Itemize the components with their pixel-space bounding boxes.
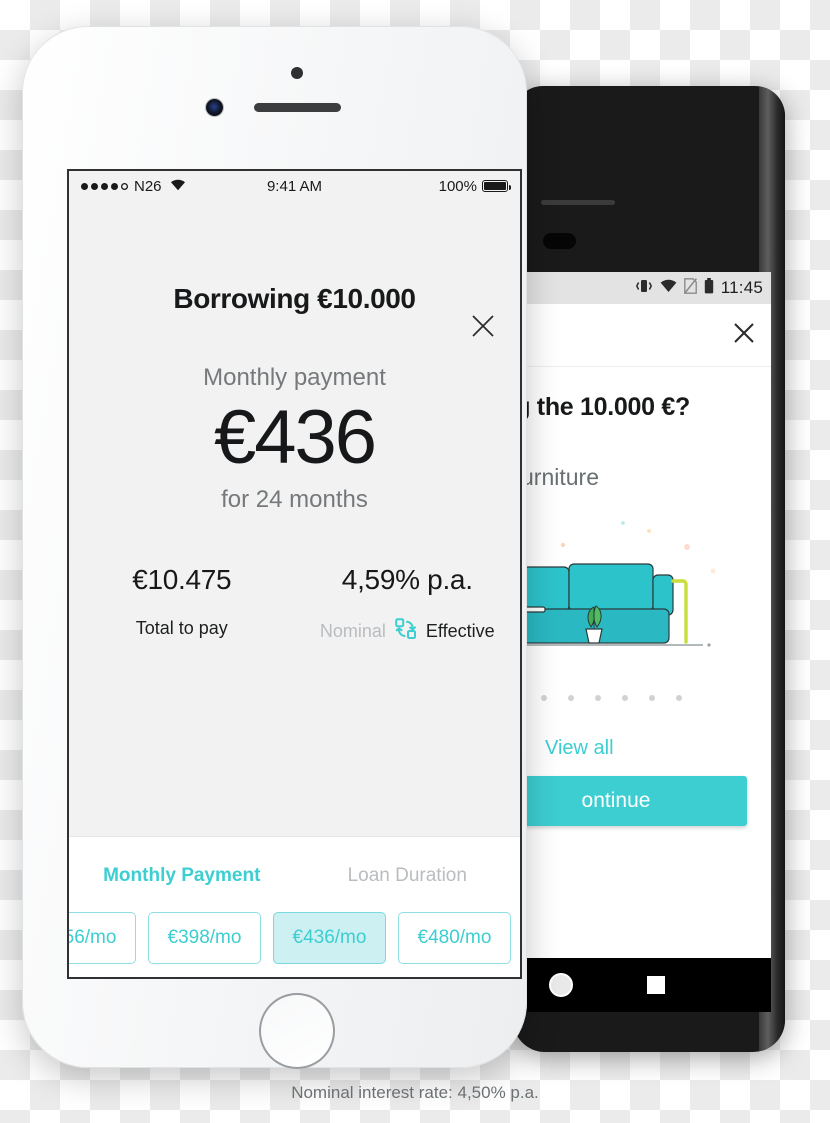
android-app-bar (527, 304, 771, 367)
payment-option-chips: €356/mo €398/mo €436/mo €480/mo (69, 912, 520, 964)
pagination-dot[interactable] (622, 695, 628, 701)
battery-full-icon (482, 180, 511, 192)
monthly-payment-amount: €436 (213, 395, 377, 480)
monthly-payment-label: Monthly payment (203, 364, 386, 391)
chip-option[interactable]: €356/mo (69, 912, 136, 964)
close-icon[interactable] (468, 311, 498, 341)
rate-nominal-label[interactable]: Nominal (320, 621, 386, 642)
iphone-screen: N26 9:41 AM 100% Borrowing €10.000 Month… (69, 171, 520, 977)
interest-rate-value: 4,59% p.a. (341, 563, 473, 595)
android-clock: 11:45 (720, 278, 763, 297)
android-continue-button[interactable]: ontinue (527, 776, 747, 826)
rate-type-toggle[interactable]: Nominal Effective (295, 617, 521, 645)
android-earpiece (541, 200, 615, 205)
chip-option[interactable]: €480/mo (398, 912, 511, 964)
android-front-camera (543, 233, 576, 249)
swap-icon[interactable] (395, 617, 417, 645)
chip-option[interactable]: €398/mo (148, 912, 261, 964)
total-to-pay-label: Total to pay (135, 617, 228, 638)
android-status-bar: 11:45 (527, 272, 771, 304)
tab-monthly-payment[interactable]: Monthly Payment (69, 865, 295, 887)
android-phone-mockup: 11:45 using the 10.000 €? g / Furniture (513, 86, 785, 1052)
pagination-dot[interactable] (595, 695, 601, 701)
recents-square-icon[interactable] (647, 976, 665, 994)
rate-effective-label[interactable]: Effective (426, 621, 495, 642)
loan-term-label: for 24 months (221, 485, 368, 513)
footnote-caption: Nominal interest rate: 4,50% p.a. (291, 1083, 539, 1102)
wifi-icon (660, 279, 677, 298)
pagination-dot[interactable] (649, 695, 655, 701)
vibrate-icon (635, 278, 653, 299)
total-to-pay-block: €10.475 Total to pay (69, 564, 295, 645)
selector-sheet: Monthly Payment Loan Duration €356/mo €3… (69, 836, 520, 977)
close-icon[interactable] (731, 320, 757, 346)
front-camera-icon (206, 99, 223, 116)
interest-rate-block: 4,59% p.a. Nominal Effective (295, 564, 521, 645)
home-circle-icon[interactable] (549, 973, 573, 997)
android-navigation-bar (527, 958, 771, 1012)
battery-percent-label: 100% (438, 177, 477, 195)
tab-loan-duration[interactable]: Loan Duration (295, 865, 521, 887)
chip-option-selected[interactable]: €436/mo (273, 912, 386, 964)
ios-status-bar: N26 9:41 AM 100% (69, 171, 520, 201)
couch-illustration (527, 509, 771, 689)
loan-figures-row: €10.475 Total to pay 4,59% p.a. Nominal (69, 564, 520, 645)
home-button[interactable] (259, 993, 335, 1069)
pagination-dot[interactable] (568, 695, 574, 701)
loan-summary-panel: Borrowing €10.000 Monthly payment €436 f… (69, 283, 520, 836)
proximity-sensor (291, 67, 303, 79)
android-question-heading: using the 10.000 €? (527, 393, 690, 421)
status-bar-right: 100% (438, 177, 511, 195)
iphone-mockup: N26 9:41 AM 100% Borrowing €10.000 Month… (22, 26, 527, 1069)
pagination-dot[interactable] (541, 695, 547, 701)
total-to-pay-value: €10.475 (132, 563, 232, 595)
no-sim-icon (683, 277, 697, 299)
view-all-link[interactable]: View all (545, 737, 771, 760)
pagination-dot[interactable] (676, 695, 682, 701)
earpiece-speaker (254, 103, 341, 112)
selector-tabs: Monthly Payment Loan Duration (69, 837, 520, 887)
page-title: Borrowing €10.000 (173, 283, 416, 314)
carousel-pagination-dots[interactable] (541, 695, 771, 701)
battery-icon (704, 277, 714, 299)
android-screen: 11:45 using the 10.000 €? g / Furniture (527, 272, 771, 1012)
android-category-label: g / Furniture (527, 464, 599, 490)
